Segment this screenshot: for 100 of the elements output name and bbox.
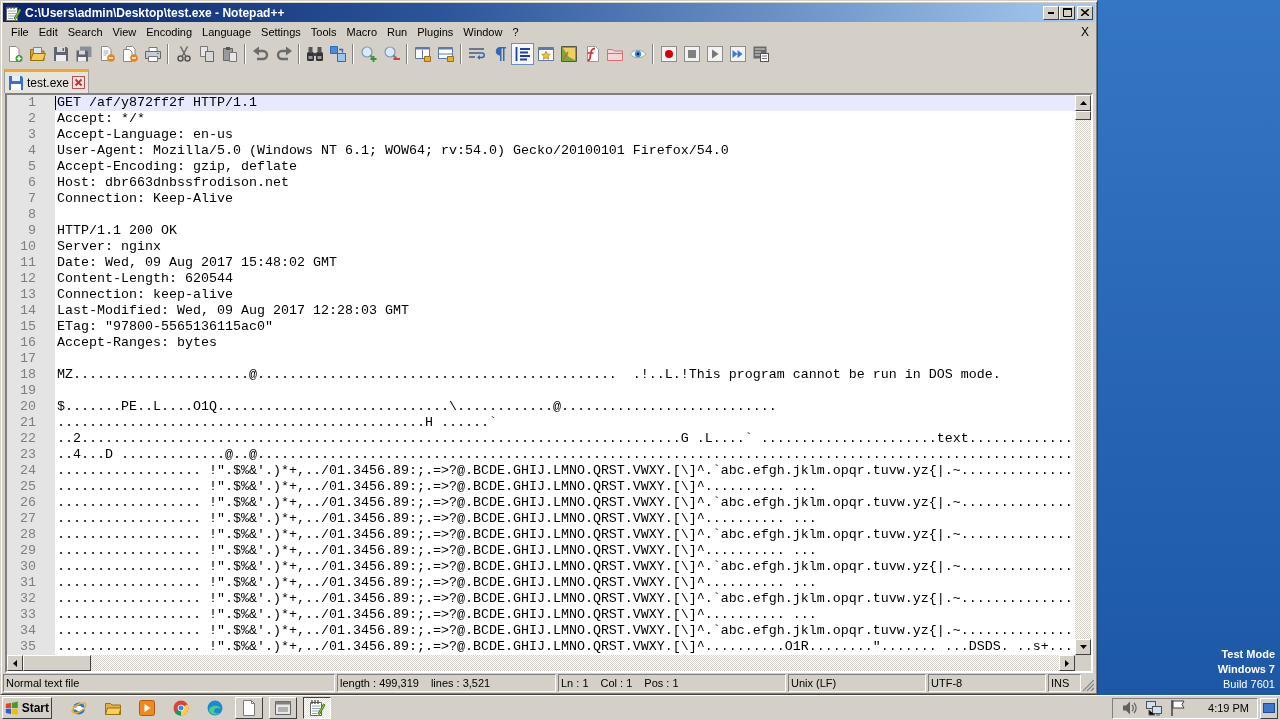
code-line: Accept-Encoding: gzip, deflate — [57, 159, 297, 174]
zoom-in-icon — [360, 45, 377, 62]
line-number: 17 — [20, 351, 36, 367]
line-number: 29 — [20, 543, 36, 559]
undo-icon — [252, 45, 269, 62]
menu-item[interactable]: Run — [382, 24, 413, 39]
clipboard-icon — [221, 45, 238, 62]
menu-item[interactable]: Macro — [341, 24, 383, 39]
file-tab[interactable]: test.exe — [4, 69, 90, 93]
insert-mode-text: INS — [1051, 677, 1070, 689]
start-button[interactable]: Start — [2, 697, 52, 719]
close-button[interactable] — [1077, 5, 1093, 20]
line-number: 19 — [20, 383, 36, 399]
indent-guide-button[interactable] — [511, 42, 534, 65]
play-tile-icon — [139, 700, 155, 716]
code-line: .................. !".$%&'.)*+,../01.3456.89:;.=>?@.BCDE.GHIJ.LMNO.QRST.VWXY.[\]^..........O1R........"....... ...DSDS. ..s+... — [57, 639, 1073, 654]
menu-item[interactable]: ? — [507, 24, 524, 39]
encoding-text: UTF-8 — [931, 677, 963, 689]
tricolor-circle-icon — [173, 700, 189, 716]
menu-item[interactable]: Encoding — [141, 24, 198, 39]
line-number: 27 — [20, 511, 36, 527]
minimize-button[interactable] — [1043, 5, 1059, 20]
line-number: 31 — [20, 575, 36, 591]
file-type-text: Normal text file — [6, 677, 80, 689]
line-number: 10 — [20, 239, 36, 255]
horizontal-scrollbar[interactable] — [7, 655, 1075, 671]
text-cursor-icon — [55, 96, 56, 110]
menu-item[interactable]: View — [107, 24, 142, 39]
four-pane-flag-icon — [5, 700, 19, 716]
line-number: 30 — [20, 559, 36, 575]
network-icon — [1146, 700, 1163, 716]
close-document-button[interactable]: X — [1078, 23, 1092, 40]
window-icon — [275, 700, 291, 716]
line-number: 14 — [20, 303, 36, 319]
code-line: .................. !".$%&'.)*+,../01.3456.89:;.=>?@.BCDE.GHIJ.LMNO.QRST.VWXY.[\]^.......... ... — [57, 511, 817, 526]
line-number: 24 — [20, 463, 36, 479]
line-number: 28 — [20, 527, 36, 543]
line-number: 25 — [20, 479, 36, 495]
menu-item[interactable]: Search — [62, 24, 108, 39]
line-number: 9 — [28, 223, 36, 239]
code-line: Content-Length: 620544 — [57, 271, 233, 286]
desktop-notice-text: Build 7601 — [1223, 677, 1275, 692]
menu-item[interactable]: Window — [458, 24, 508, 39]
taskbar-button[interactable] — [303, 697, 331, 719]
cursor-line-text: Ln : 1 — [561, 677, 589, 689]
indent-lines-icon — [514, 45, 531, 62]
vertical-scrollbar[interactable] — [1075, 95, 1091, 655]
scroll-thumb[interactable] — [23, 655, 91, 671]
scroll-down-button[interactable] — [1075, 639, 1091, 655]
split-window-icon — [437, 45, 454, 62]
minimize-icon — [1048, 11, 1054, 14]
document-length-text: length : 499,319 — [340, 677, 419, 689]
code-line: GET /af/y872ff2f HTTP/1.1 — [57, 95, 257, 110]
split-window-icon — [414, 45, 431, 62]
swirl-icon — [207, 700, 223, 716]
binoculars-icon — [306, 45, 323, 62]
stop-icon — [683, 45, 700, 62]
line-number: 15 — [20, 319, 36, 335]
menu-item[interactable]: Language — [197, 24, 257, 39]
code-line: .................. !".$%&'.)*+,../01.3456.89:;.=>?@.BCDE.GHIJ.LMNO.QRST.VWXY.[\]^.`abc.efgh.jklm.opqr.tuvw.yz{|.~.............. — [57, 495, 1073, 510]
line-number: 34 — [20, 623, 36, 639]
record-icon — [660, 45, 677, 62]
code-line: Accept: */* — [57, 111, 145, 126]
menu-item[interactable]: File — [6, 24, 34, 39]
redo-icon — [275, 45, 292, 62]
code-line: Accept-Ranges: bytes — [57, 335, 217, 350]
notepad-icon — [309, 700, 325, 716]
scroll-thumb[interactable] — [1075, 111, 1091, 120]
triangle-right-icon — [1065, 659, 1069, 667]
zoom-out-icon — [383, 45, 400, 62]
code-line: ETag: "97800-5565136115ac0" — [57, 319, 273, 334]
triangle-left-icon — [13, 659, 17, 667]
resize-grip-icon — [1083, 680, 1094, 691]
desktop-notice-text: Windows 7 — [1217, 662, 1275, 677]
line-number: 5 — [28, 159, 36, 175]
line-number: 33 — [20, 607, 36, 623]
menu-item[interactable]: Plugins — [412, 24, 459, 39]
show-desktop-button[interactable] — [1260, 697, 1278, 719]
code-line: $.......PE..L....O1Q.............................\............@........................... — [57, 399, 777, 414]
documents-minus-icon — [121, 45, 138, 62]
desktop-notice-text: Test Mode — [1221, 647, 1275, 662]
menu-item[interactable]: Edit — [33, 24, 63, 39]
floppy-disks-icon — [75, 45, 92, 62]
scroll-up-button[interactable] — [1075, 95, 1091, 111]
line-number: 26 — [20, 495, 36, 511]
document-icon — [241, 700, 257, 716]
menu-item[interactable]: Settings — [256, 24, 306, 39]
scroll-left-button[interactable] — [7, 655, 23, 671]
line-number: 22 — [20, 431, 36, 447]
menu-item[interactable]: Tools — [305, 24, 342, 39]
scissors-icon — [175, 45, 192, 62]
code-line: .................. !".$%&'.)*+,../01.3456.89:;.=>?@.BCDE.GHIJ.LMNO.QRST.VWXY.[\]^.`abc.efgh.jklm.opqr.tuvw.yz{|.~.............. — [57, 623, 1073, 638]
line-number: 35 — [20, 639, 36, 655]
triangle-down-icon — [1079, 645, 1087, 649]
printer-icon — [144, 45, 161, 62]
line-number: 18 — [20, 367, 36, 383]
scroll-right-button[interactable] — [1059, 655, 1075, 671]
code-line: HTTP/1.1 200 OK — [57, 223, 177, 238]
line-number: 16 — [20, 335, 36, 351]
maximize-button[interactable] — [1059, 5, 1075, 20]
